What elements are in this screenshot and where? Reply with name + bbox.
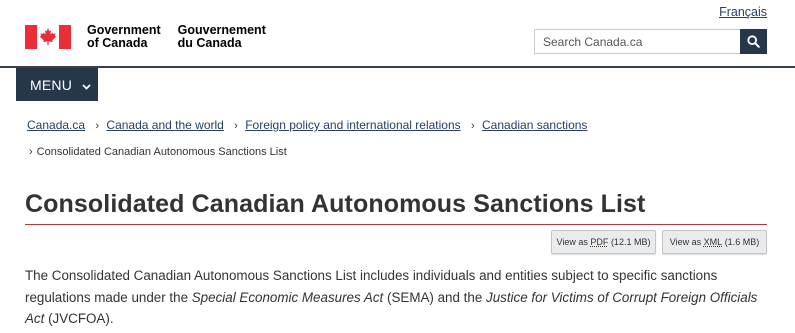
language-toggle-link[interactable]: Français	[719, 5, 767, 19]
chevron-right-icon: ›	[95, 120, 100, 132]
act-name-sema: Special Economic Measures Act	[191, 289, 384, 305]
chevron-right-icon: ›	[234, 120, 238, 132]
site-search	[534, 29, 767, 54]
breadcrumb-item-foreign-policy[interactable]: Foreign policy and international relatio…	[245, 118, 460, 132]
breadcrumb-item-canada-and-the-world[interactable]: Canada and the world	[106, 118, 223, 132]
page-title: Consolidated Canadian Autonomous Sanctio…	[25, 190, 646, 218]
chevron-right-icon: ›	[471, 120, 475, 132]
view-pdf-button[interactable]: View as PDF (12.1 MB)	[551, 230, 656, 254]
search-input[interactable]	[534, 29, 740, 54]
chevron-right-icon: ›	[29, 146, 33, 158]
government-signature[interactable]: Government of Canada Gouvernement du Can…	[25, 23, 283, 51]
title-underline	[25, 224, 767, 225]
breadcrumb-current: › Consolidated Canadian Autonomous Sancti…	[29, 146, 287, 158]
breadcrumb-item-canadian-sanctions[interactable]: Canadian sanctions	[482, 118, 587, 132]
search-button[interactable]	[740, 29, 767, 54]
canada-flag-icon	[25, 25, 71, 49]
signature-french: Gouvernement du Canada	[177, 23, 266, 50]
header-divider	[0, 66, 795, 68]
menu-button[interactable]: MENU	[16, 68, 98, 101]
chevron-down-icon	[82, 77, 91, 93]
breadcrumb: Canada.ca › Canada and the world › Forei…	[27, 118, 587, 132]
search-icon	[747, 35, 760, 48]
view-xml-button[interactable]: View as XML (1.6 MB)	[662, 230, 767, 254]
intro-paragraph: The Consolidated Canadian Autonomous San…	[25, 268, 758, 326]
breadcrumb-item-canada-ca[interactable]: Canada.ca	[27, 118, 85, 132]
signature-english: Government of Canada	[87, 23, 161, 50]
